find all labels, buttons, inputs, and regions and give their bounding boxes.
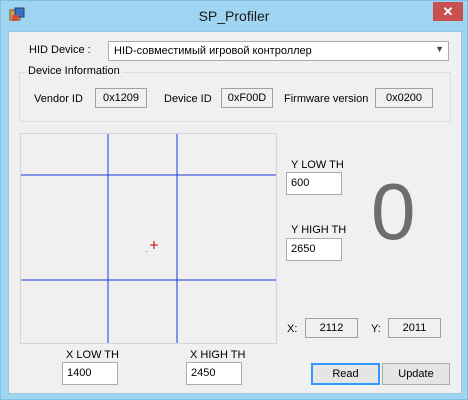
device-info-group: Device Information Vendor ID 0x1209 Devi… xyxy=(19,65,451,122)
y-high-label: Y HIGH TH xyxy=(291,224,347,236)
hid-device-value: HID-совместимый игровой контроллер xyxy=(114,45,312,57)
position-plot xyxy=(20,133,277,344)
y-position-value: 2011 xyxy=(388,318,441,338)
device-info-title: Device Information xyxy=(26,65,122,77)
close-icon: ✕ xyxy=(442,3,454,19)
device-id-label: Device ID xyxy=(164,93,212,105)
x-low-label: X LOW TH xyxy=(66,349,119,361)
x-high-label: X HIGH TH xyxy=(190,349,246,361)
read-button[interactable]: Read xyxy=(311,363,380,385)
y-low-input[interactable]: 600 xyxy=(286,172,342,195)
state-indicator: 0 xyxy=(371,167,416,256)
vendor-id-label: Vendor ID xyxy=(34,93,83,105)
x-position-label: X: xyxy=(287,323,298,335)
window-title: SP_Profiler xyxy=(198,8,270,24)
update-button[interactable]: Update xyxy=(382,363,450,385)
chevron-down-icon[interactable]: ▼ xyxy=(435,44,444,54)
x-high-input[interactable]: 2450 xyxy=(186,362,242,385)
hid-device-label: HID Device : xyxy=(29,44,91,56)
device-id-value: 0xF00D xyxy=(221,88,273,108)
y-position-label: Y: xyxy=(371,323,381,335)
y-high-input[interactable]: 2650 xyxy=(286,238,342,261)
plot-canvas xyxy=(21,134,276,343)
firmware-label: Firmware version xyxy=(284,93,369,105)
client-area: HID Device : HID-совместимый игровой кон… xyxy=(8,31,462,394)
app-window: SP_Profiler ✕ HID Device : HID-совместим… xyxy=(0,0,468,400)
close-button[interactable]: ✕ xyxy=(433,2,463,21)
x-low-input[interactable]: 1400 xyxy=(62,362,118,385)
y-low-label: Y LOW TH xyxy=(291,159,344,171)
x-position-value: 2112 xyxy=(305,318,358,338)
title-bar[interactable]: SP_Profiler ✕ xyxy=(1,1,467,31)
position-marker xyxy=(146,241,158,252)
vendor-id-value: 0x1209 xyxy=(95,88,147,108)
firmware-value: 0x0200 xyxy=(375,88,433,108)
hid-device-select[interactable]: HID-совместимый игровой контроллер ▼ xyxy=(108,41,449,61)
